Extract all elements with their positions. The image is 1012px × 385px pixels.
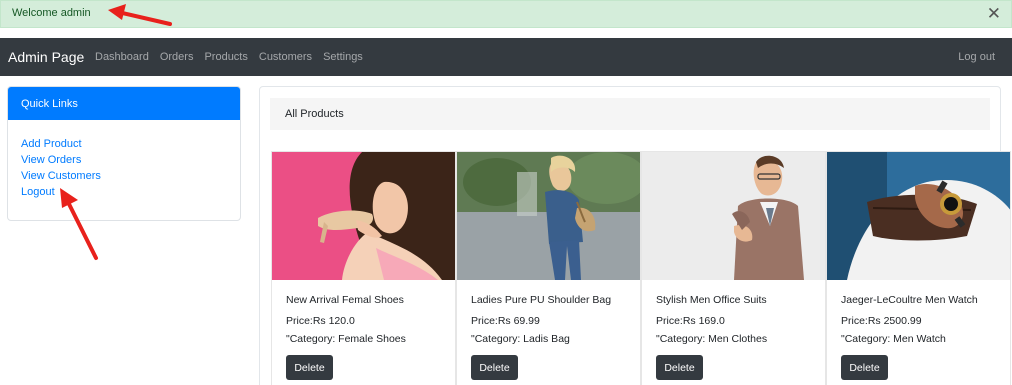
product-price: Price:Rs 69.99 (471, 315, 540, 327)
product-name: Jaeger-LeCoultre Men Watch (841, 294, 978, 306)
product-category: "Category: Female Shoes (286, 333, 406, 345)
quick-links-list: Add Product View Orders View Customers L… (8, 120, 240, 200)
quick-link-view-customers[interactable]: View Customers (21, 168, 240, 184)
product-image-bag[interactable] (457, 152, 640, 280)
nav-link-products[interactable]: Products (204, 51, 247, 63)
close-icon[interactable]: ✕ (987, 4, 1001, 24)
product-image-shoes[interactable] (272, 152, 455, 280)
navbar-logout-link[interactable]: Log out (958, 51, 995, 63)
product-category: "Category: Men Watch (841, 333, 946, 345)
quick-links-card: Quick Links Add Product View Orders View… (7, 86, 241, 221)
product-image-suit[interactable] (642, 152, 825, 280)
quick-link-add-product[interactable]: Add Product (21, 136, 240, 152)
welcome-message: Welcome admin (12, 7, 91, 19)
product-price: Price:Rs 2500.99 (841, 315, 922, 327)
quick-links-title: Quick Links (8, 87, 240, 120)
quick-link-view-orders[interactable]: View Orders (21, 152, 240, 168)
product-card: Ladies Pure PU Shoulder Bag Price:Rs 69.… (456, 151, 641, 385)
product-name: Stylish Men Office Suits (656, 294, 767, 306)
nav-links: Dashboard Orders Products Customers Sett… (95, 51, 374, 63)
product-price: Price:Rs 120.0 (286, 315, 355, 327)
product-price: Price:Rs 169.0 (656, 315, 725, 327)
navbar-brand[interactable]: Admin Page (8, 49, 84, 65)
product-name: Ladies Pure PU Shoulder Bag (471, 294, 612, 306)
welcome-alert: Welcome admin ✕ (0, 0, 1012, 28)
nav-link-settings[interactable]: Settings (323, 51, 363, 63)
product-card: New Arrival Femal Shoes Price:Rs 120.0 "… (271, 151, 456, 385)
product-name: New Arrival Femal Shoes (286, 294, 404, 306)
nav-link-dashboard[interactable]: Dashboard (95, 51, 149, 63)
product-category: "Category: Men Clothes (656, 333, 768, 345)
all-products-header: All Products (270, 98, 990, 130)
nav-link-orders[interactable]: Orders (160, 51, 194, 63)
product-card: Stylish Men Office Suits Price:Rs 169.0 … (641, 151, 826, 385)
delete-product-button[interactable]: Delete (656, 355, 703, 380)
top-navbar: Admin Page Dashboard Orders Products Cus… (0, 38, 1012, 76)
product-image-watch[interactable] (827, 152, 1010, 280)
nav-link-customers[interactable]: Customers (259, 51, 312, 63)
product-card: Jaeger-LeCoultre Men Watch Price:Rs 2500… (826, 151, 1011, 385)
quick-link-logout[interactable]: Logout (21, 184, 240, 200)
product-category: "Category: Ladis Bag (471, 333, 570, 345)
delete-product-button[interactable]: Delete (471, 355, 518, 380)
delete-product-button[interactable]: Delete (841, 355, 888, 380)
delete-product-button[interactable]: Delete (286, 355, 333, 380)
